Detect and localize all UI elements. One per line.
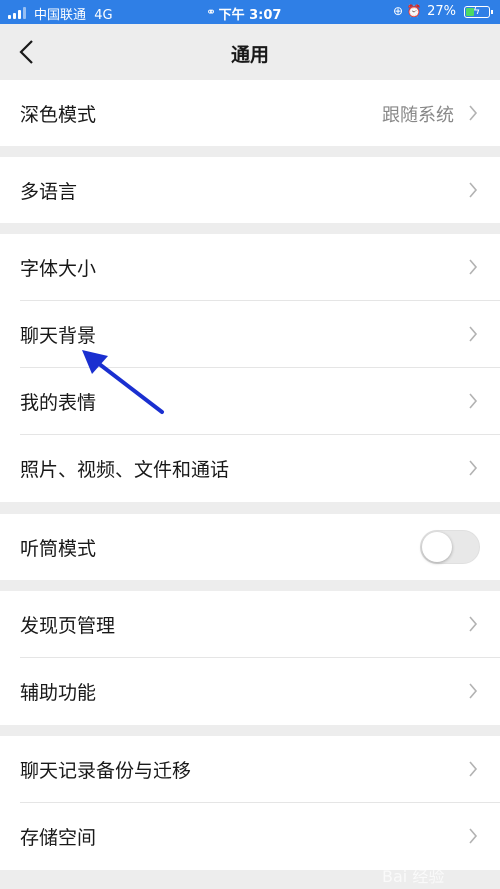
- group-language: 多语言: [0, 157, 500, 223]
- chevron-right-icon: [469, 616, 478, 632]
- group-chat: 字体大小 聊天背景 我的表情 照片、视频、文件和通话: [0, 234, 500, 502]
- alarm-icon: ⊕ ⏰: [393, 4, 422, 18]
- page-title: 通用: [230, 44, 269, 66]
- row-label: 辅助功能: [20, 682, 97, 704]
- row-label: 多语言: [20, 181, 78, 203]
- annotation-arrow-icon: [82, 350, 164, 414]
- row-chat-background[interactable]: 聊天背景: [0, 301, 500, 367]
- chevron-right-icon: [469, 761, 478, 777]
- row-label: 照片、视频、文件和通话: [20, 459, 230, 481]
- chevron-right-icon: [469, 683, 478, 699]
- group-earpiece: 听筒模式: [0, 514, 500, 580]
- row-storage[interactable]: 存储空间: [0, 803, 500, 869]
- row-chat-backup-migration[interactable]: 聊天记录备份与迁移: [0, 736, 500, 802]
- watermark-logo: Bai 经验: [382, 867, 445, 886]
- group-appearance: 深色模式 跟随系统: [0, 80, 500, 146]
- chevron-right-icon: [469, 828, 478, 844]
- nav-bar: 通用: [0, 24, 500, 80]
- group-discover: 发现页管理 辅助功能: [0, 591, 500, 725]
- row-my-stickers[interactable]: 我的表情: [0, 368, 500, 434]
- row-label: 发现页管理: [20, 615, 116, 637]
- row-label: 字体大小: [20, 258, 97, 280]
- status-bar: 中国联通 4G ⚭ 下午 3:07 ⊕ ⏰ 27% ϟ: [0, 0, 500, 24]
- battery-percent: 27%: [427, 4, 456, 19]
- row-dark-mode[interactable]: 深色模式 跟随系统: [0, 80, 500, 146]
- group-storage: 聊天记录备份与迁移 存储空间: [0, 736, 500, 870]
- chevron-right-icon: [469, 105, 478, 121]
- row-language[interactable]: 多语言: [0, 157, 500, 223]
- chevron-right-icon: [469, 182, 478, 198]
- row-earpiece-mode: 听筒模式: [0, 514, 500, 580]
- chevron-right-icon: [469, 460, 478, 476]
- row-discover-management[interactable]: 发现页管理: [0, 591, 500, 657]
- status-time: 下午 3:07: [218, 8, 282, 23]
- row-accessibility[interactable]: 辅助功能: [0, 658, 500, 724]
- row-label: 听筒模式: [20, 538, 97, 560]
- row-media-files-calls[interactable]: 照片、视频、文件和通话: [0, 435, 500, 501]
- row-value: 跟随系统: [382, 105, 454, 126]
- row-label: 存储空间: [20, 827, 97, 849]
- row-label: 聊天背景: [20, 325, 97, 347]
- chevron-right-icon: [469, 326, 478, 342]
- battery-icon: ϟ: [464, 4, 493, 18]
- chevron-right-icon: [469, 259, 478, 275]
- chevron-right-icon: [469, 393, 478, 409]
- earpiece-mode-toggle[interactable]: [420, 530, 480, 564]
- row-font-size[interactable]: 字体大小: [0, 234, 500, 300]
- row-label: 聊天记录备份与迁移: [20, 760, 192, 782]
- row-label: 深色模式: [20, 104, 97, 126]
